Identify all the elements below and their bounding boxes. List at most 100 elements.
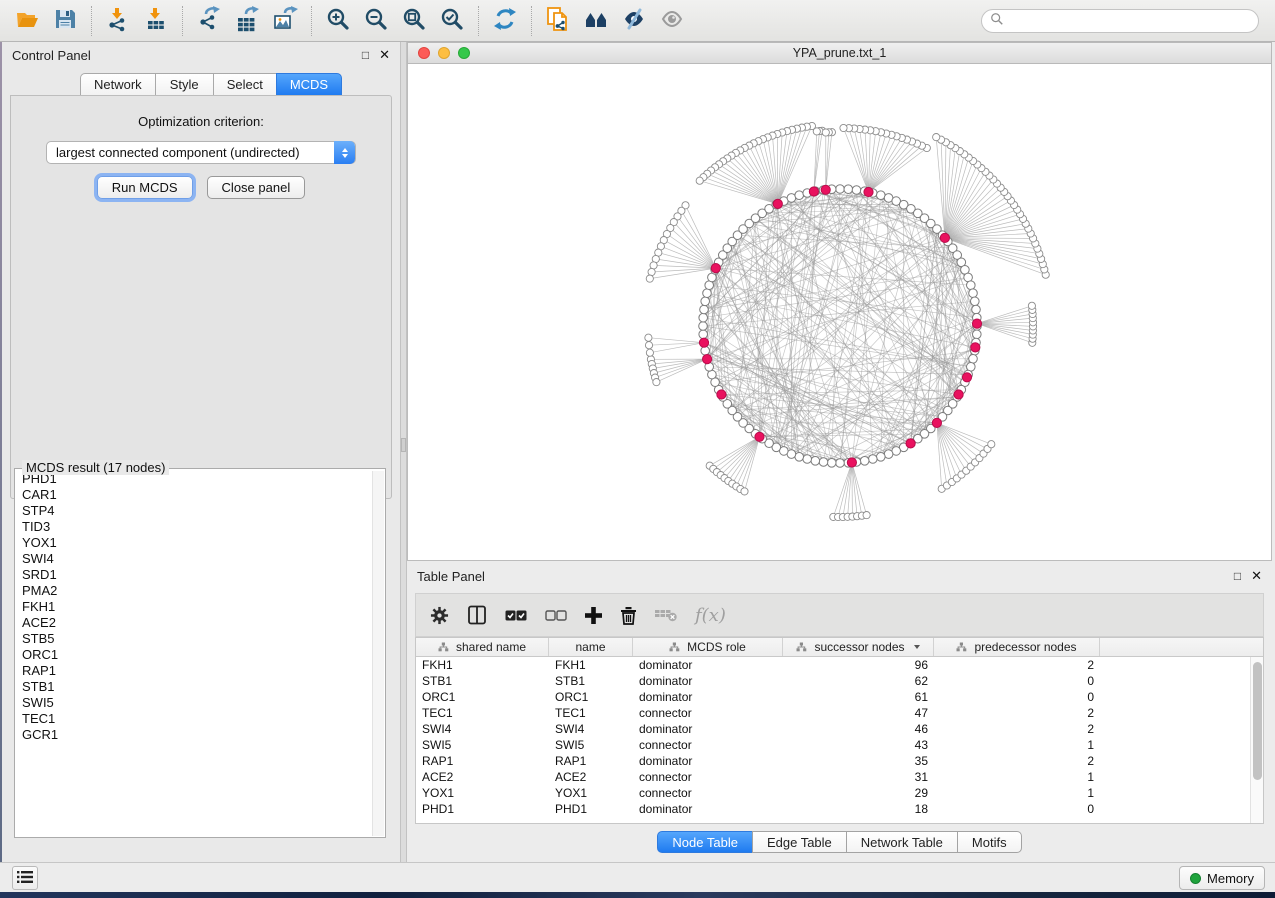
- refresh-layout-button[interactable]: [486, 4, 524, 38]
- network-node[interactable]: [699, 313, 708, 322]
- table-cell[interactable]: SWI5: [416, 737, 549, 753]
- mcds-result-item[interactable]: TEC1: [16, 711, 372, 727]
- select-all-columns-icon[interactable]: [505, 609, 527, 622]
- mcds-result-item[interactable]: FKH1: [16, 599, 372, 615]
- table-cell[interactable]: connector: [633, 785, 783, 801]
- table-cell[interactable]: 62: [783, 673, 934, 689]
- table-cell[interactable]: FKH1: [416, 657, 549, 673]
- network-node[interactable]: [795, 453, 804, 462]
- network-node[interactable]: [877, 191, 886, 200]
- table-cell[interactable]: 46: [783, 721, 934, 737]
- mcds-result-item[interactable]: ACE2: [16, 615, 372, 631]
- table-row[interactable]: FKH1FKH1dominator962: [416, 657, 1250, 673]
- mcds-node[interactable]: [962, 373, 971, 382]
- table-cell[interactable]: 61: [783, 689, 934, 705]
- table-cell[interactable]: dominator: [633, 801, 783, 817]
- float-panel-icon[interactable]: □: [1234, 569, 1241, 583]
- mcds-node[interactable]: [703, 355, 712, 364]
- first-neighbors-button[interactable]: [577, 4, 615, 38]
- memory-button[interactable]: Memory: [1179, 866, 1265, 890]
- unselect-all-columns-icon[interactable]: [545, 609, 567, 622]
- show-panels-button[interactable]: [12, 866, 38, 890]
- network-leaf-node[interactable]: [1028, 302, 1035, 309]
- mcds-node[interactable]: [906, 439, 915, 448]
- show-all-button[interactable]: [653, 4, 691, 38]
- mcds-result-item[interactable]: GCR1: [16, 727, 372, 743]
- table-row[interactable]: ACE2ACE2connector311: [416, 769, 1250, 785]
- network-node[interactable]: [819, 458, 828, 467]
- mcds-node[interactable]: [717, 390, 726, 399]
- column-header-name[interactable]: name: [549, 638, 633, 656]
- mcds-result-item[interactable]: ORC1: [16, 647, 372, 663]
- table-cell[interactable]: 0: [934, 801, 1100, 817]
- column-header-predecessor-nodes[interactable]: predecessor nodes: [934, 638, 1100, 656]
- network-leaf-node[interactable]: [645, 334, 652, 341]
- network-leaf-node[interactable]: [741, 488, 748, 495]
- table-cell[interactable]: 2: [934, 705, 1100, 721]
- table-cell[interactable]: 2: [934, 721, 1100, 737]
- table-cell[interactable]: ACE2: [549, 769, 633, 785]
- table-cell[interactable]: TEC1: [416, 705, 549, 721]
- tab-node-table[interactable]: Node Table: [657, 831, 752, 853]
- search-input[interactable]: [1010, 14, 1250, 28]
- mcds-node[interactable]: [847, 458, 856, 467]
- network-node[interactable]: [836, 185, 845, 194]
- tab-style[interactable]: Style: [155, 73, 213, 96]
- network-leaf-node[interactable]: [988, 441, 995, 448]
- table-cell[interactable]: STB1: [416, 673, 549, 689]
- mcds-node[interactable]: [711, 264, 720, 273]
- zoom-selected-button[interactable]: [433, 4, 471, 38]
- table-cell[interactable]: dominator: [633, 721, 783, 737]
- table-cell[interactable]: connector: [633, 705, 783, 721]
- tab-mcds[interactable]: MCDS: [276, 73, 342, 96]
- mcds-node[interactable]: [809, 187, 818, 196]
- network-leaf-node[interactable]: [650, 262, 657, 269]
- network-node[interactable]: [700, 305, 709, 314]
- zoom-fit-button[interactable]: [395, 4, 433, 38]
- table-row[interactable]: STB1STB1dominator620: [416, 673, 1250, 689]
- table-cell[interactable]: RAP1: [416, 753, 549, 769]
- network-node[interactable]: [869, 455, 878, 464]
- zoom-in-button[interactable]: [319, 4, 357, 38]
- table-row[interactable]: TEC1TEC1connector472: [416, 705, 1250, 721]
- mcds-node[interactable]: [821, 185, 830, 194]
- table-cell[interactable]: PHD1: [549, 801, 633, 817]
- table-cell[interactable]: 31: [783, 769, 934, 785]
- table-cell[interactable]: PHD1: [416, 801, 549, 817]
- network-leaf-node[interactable]: [840, 124, 847, 131]
- table-cell[interactable]: 29: [783, 785, 934, 801]
- table-cell[interactable]: STB1: [549, 673, 633, 689]
- network-leaf-node[interactable]: [648, 268, 655, 275]
- column-header-successor-nodes[interactable]: successor nodes: [783, 638, 934, 656]
- tab-network[interactable]: Network: [80, 73, 155, 96]
- column-header-MCDS-role[interactable]: MCDS role: [633, 638, 783, 656]
- float-panel-icon[interactable]: □: [362, 48, 369, 62]
- network-node[interactable]: [811, 457, 820, 466]
- hide-selected-button[interactable]: [615, 4, 653, 38]
- tab-network-table[interactable]: Network Table: [846, 831, 957, 853]
- table-cell[interactable]: FKH1: [549, 657, 633, 673]
- mcds-node[interactable]: [864, 187, 873, 196]
- table-row[interactable]: YOX1YOX1connector291: [416, 785, 1250, 801]
- table-row[interactable]: SWI5SWI5connector431: [416, 737, 1250, 753]
- network-graph[interactable]: [408, 64, 1271, 559]
- mcds-node[interactable]: [940, 233, 949, 242]
- table-row[interactable]: ORC1ORC1dominator610: [416, 689, 1250, 705]
- table-cell[interactable]: 2: [934, 657, 1100, 673]
- network-leaf-node[interactable]: [696, 177, 703, 184]
- zoom-out-button[interactable]: [357, 4, 395, 38]
- delete-columns-icon[interactable]: [620, 606, 637, 625]
- mcds-result-item[interactable]: STB1: [16, 679, 372, 695]
- mcds-node[interactable]: [755, 432, 764, 441]
- splitter-grip[interactable]: [401, 438, 406, 452]
- mcds-result-scrollbar[interactable]: [372, 471, 384, 836]
- table-cell[interactable]: connector: [633, 737, 783, 753]
- search-field[interactable]: [981, 9, 1259, 33]
- table-cell[interactable]: 96: [783, 657, 934, 673]
- import-table-button[interactable]: [137, 4, 175, 38]
- table-row[interactable]: PHD1PHD1dominator180: [416, 801, 1250, 817]
- table-cell[interactable]: dominator: [633, 673, 783, 689]
- table-cell[interactable]: dominator: [633, 689, 783, 705]
- close-panel-button[interactable]: Close panel: [207, 176, 306, 199]
- network-leaf-node[interactable]: [863, 512, 870, 519]
